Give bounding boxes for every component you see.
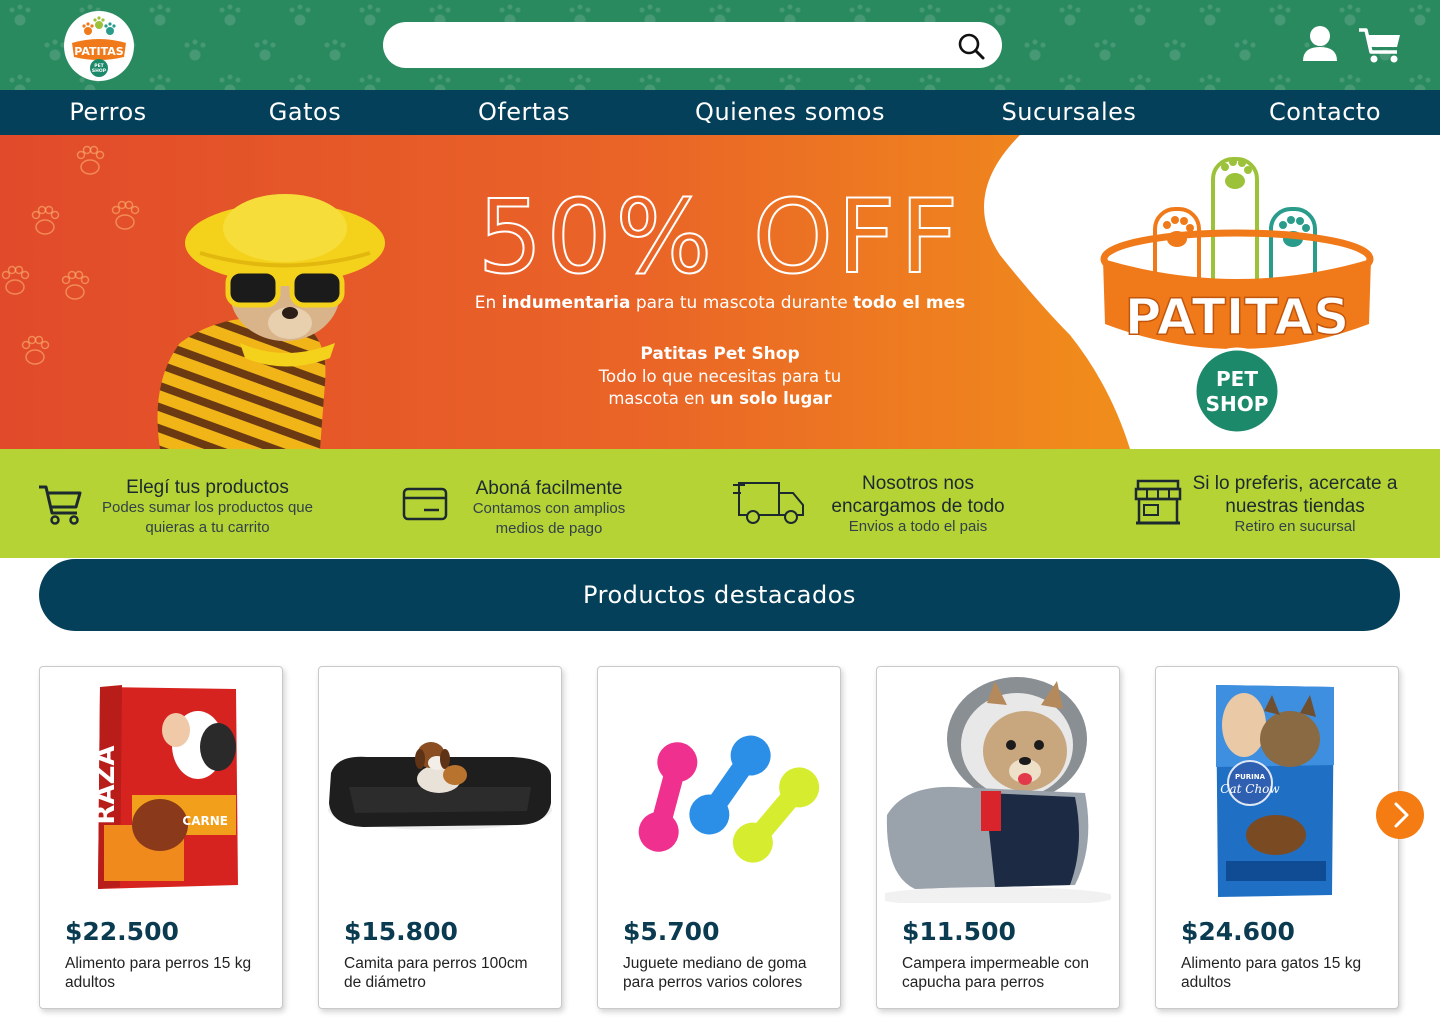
nav-item-gatos[interactable]: Gatos: [255, 90, 355, 135]
product-price: $24.600: [1181, 917, 1295, 946]
hero-banner[interactable]: 50% OFF En indumentaria para tu mascota …: [0, 135, 1440, 449]
product-brand-text: Cat Chow: [1220, 782, 1280, 796]
product-card[interactable]: $11.500 Campera impermeable con capucha …: [876, 666, 1120, 1009]
benefits-strip: Elegí tus productos Podes sumar los prod…: [0, 449, 1440, 558]
product-price: $11.500: [902, 917, 1016, 946]
benefit-subtitle: Podes sumar los productos que quieras a …: [102, 499, 313, 536]
product-description: Alimento para perros 15 kg adultos: [65, 955, 252, 991]
benefit-subtitle: Envios a todo el pais: [848, 518, 988, 535]
dog-sunglasses-image: [157, 194, 385, 449]
product-description: Camita para perros 100cm de diámetro: [344, 955, 528, 991]
product-label-text: CARNE: [182, 814, 228, 828]
carousel-next-button[interactable]: [1376, 791, 1424, 839]
product-description: Campera impermeable con capucha para per…: [902, 955, 1089, 991]
patitas-logo-text: PATITAS: [1125, 288, 1350, 346]
hero-headline: 50% OFF: [477, 180, 963, 290]
product-price: $22.500: [65, 917, 179, 946]
hero-headline-text: 50% OFF: [478, 180, 963, 290]
user-icon[interactable]: [1301, 25, 1339, 65]
paw-pattern: [1, 145, 140, 365]
nav-item-sucursales[interactable]: Sucursales: [995, 90, 1143, 135]
cart-icon[interactable]: [1357, 25, 1403, 65]
dog-jacket-image: [885, 677, 1111, 903]
hero-shop-name: Patitas Pet Shop: [640, 344, 800, 364]
cat-food-bag-image: PURINA Cat Chow: [1216, 685, 1334, 897]
nav-item-quienes-somos[interactable]: Quienes somos: [690, 90, 890, 135]
logo-shop-text: SHOP: [1206, 392, 1269, 416]
nav-item-perros[interactable]: Perros: [58, 90, 158, 135]
patitas-logo: PATITAS PET SHOP: [1100, 157, 1374, 435]
search-input[interactable]: [383, 22, 1002, 68]
top-header: PATITAS PET SHOP: [0, 0, 1440, 90]
benefit-title: Si lo preferis, acercate a nuestras tien…: [1192, 473, 1398, 517]
credit-card-icon: [402, 487, 448, 526]
chevron-right-icon: [1394, 802, 1409, 828]
benefit-title: Nosotros nos encargamos de todo: [831, 473, 1005, 517]
product-card[interactable]: $5.700 Juguete mediano de goma para perr…: [597, 666, 841, 1009]
benefit-subtitle: Contamos con amplios medios de pago: [472, 500, 626, 537]
benefit-title: Aboná facilmente: [475, 478, 623, 499]
product-price: $5.700: [623, 917, 720, 946]
site-logo[interactable]: PATITAS PET SHOP: [64, 11, 134, 81]
cart-icon: [37, 483, 83, 530]
benefit-subtitle: Retiro en sucursal: [1234, 518, 1356, 535]
logo-pet-text: PET: [1216, 367, 1258, 391]
product-maker-text: PURINA: [1235, 773, 1266, 781]
logo-text: PATITAS: [74, 45, 123, 58]
svg-text:SHOP: SHOP: [92, 68, 107, 74]
dog-bed-image: [328, 742, 552, 830]
featured-products-title: Productos destacados: [39, 559, 1400, 631]
product-card[interactable]: PURINA Cat Chow $24.600 Alimento para ga…: [1155, 666, 1399, 1009]
product-price: $15.800: [344, 917, 458, 946]
benefit-title: Elegí tus productos: [126, 477, 289, 498]
product-description: Juguete mediano de goma para perros vari…: [623, 955, 807, 991]
nav-item-ofertas[interactable]: Ofertas: [468, 90, 580, 135]
truck-icon: [733, 481, 805, 530]
product-brand-text: RAZA: [91, 745, 121, 824]
product-card[interactable]: RAZA CARNE $22.500 Alimento para perros …: [39, 666, 283, 1009]
store-icon: [1134, 479, 1182, 532]
nav-item-contacto[interactable]: Contacto: [1258, 90, 1392, 135]
rubber-toys-image: [638, 735, 820, 863]
product-card[interactable]: $15.800 Camita para perros 100cm de diám…: [318, 666, 562, 1009]
search-icon[interactable]: [956, 31, 986, 61]
dog-food-bag-image: RAZA CARNE: [91, 685, 238, 889]
product-description: Alimento para gatos 15 kg adultos: [1181, 955, 1362, 991]
main-nav: Perros Gatos Ofertas Quienes somos Sucur…: [0, 90, 1440, 135]
hero-subtitle: En indumentaria para tu mascota durante …: [474, 293, 966, 313]
hero-tagline: Todo lo que necesitas para tu mascota en…: [598, 367, 842, 408]
